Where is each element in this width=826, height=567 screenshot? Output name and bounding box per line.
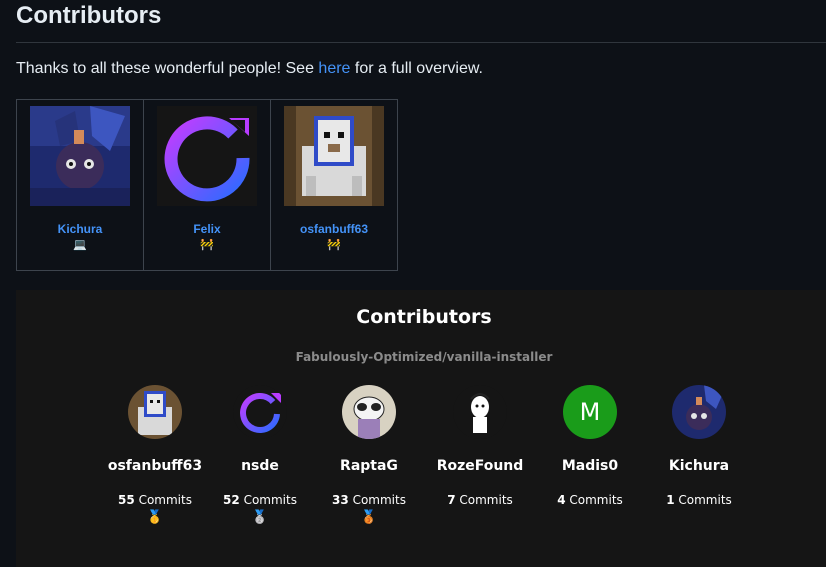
madis0-avatar[interactable]: M (563, 385, 617, 439)
contributor-name[interactable]: Felix (144, 222, 270, 236)
contributor-cell: Felix 🚧 (143, 99, 271, 271)
contributor-card[interactable]: RaptaG 33 Commits 🥉 (314, 385, 424, 525)
construction-icon: 🚧 (327, 239, 341, 251)
intro-text: Thanks to all these wonderful people! Se… (16, 60, 483, 78)
contributor-card[interactable]: nsde 52 Commits 🥈 (205, 385, 315, 525)
intro-after: for a full overview. (350, 60, 483, 77)
contributor-card[interactable]: M Madis0 4 Commits (535, 385, 645, 507)
commits-label: Commits (569, 493, 623, 507)
commit-number: 1 (666, 493, 675, 507)
commit-count: 4 Commits (535, 493, 645, 507)
contributor-cell: osfanbuff63 🚧 (270, 99, 398, 271)
gold-medal-icon: 🥇 (146, 509, 164, 524)
avatar-initial: M (580, 398, 601, 426)
contributor-name: Kichura (668, 458, 730, 474)
contributor-name: nsde (241, 458, 279, 474)
rozefound-avatar[interactable] (453, 385, 507, 439)
contributor-name[interactable]: osfanbuff63 (271, 222, 397, 236)
bronze-medal-icon: 🥉 (360, 509, 378, 524)
kichura-avatar[interactable] (672, 385, 726, 439)
commits-label: Commits (678, 493, 732, 507)
osfanbuff63-avatar[interactable] (128, 385, 182, 439)
panel-title: Contributors (356, 306, 492, 328)
heading-divider (16, 42, 826, 43)
commit-count: 1 Commits (644, 493, 754, 507)
commit-number: 55 (118, 493, 135, 507)
contributor-name: Madis0 (561, 458, 619, 474)
contributors-panel: Contributors Fabulously-Optimized/vanill… (16, 290, 826, 567)
overview-link[interactable]: here (318, 60, 350, 77)
contributor-name[interactable]: Kichura (17, 222, 143, 236)
contributor-card[interactable]: osfanbuff63 55 Commits 🥇 (100, 385, 210, 525)
commits-label: Commits (243, 493, 297, 507)
contributor-name: RozeFound (436, 458, 524, 474)
kichura-avatar[interactable] (30, 106, 130, 206)
commit-number: 4 (557, 493, 566, 507)
contributor-cell: Kichura 💻 (16, 99, 144, 271)
contributor-card[interactable]: RozeFound 7 Commits (425, 385, 535, 507)
section-heading: Contributors (16, 2, 162, 29)
nsde-avatar[interactable] (233, 385, 287, 439)
commit-count: 33 Commits (314, 493, 424, 507)
all-contributors-table: Kichura 💻 Felix 🚧 osfanbuff63 🚧 (16, 99, 398, 271)
felix-avatar[interactable] (157, 106, 257, 206)
commits-label: Commits (352, 493, 406, 507)
commits-label: Commits (138, 493, 192, 507)
contributor-name: RaptaG (340, 458, 398, 474)
silver-medal-icon: 🥈 (251, 509, 269, 524)
contributor-card[interactable]: Kichura 1 Commits (644, 385, 754, 507)
repo-name: Fabulously-Optimized/vanilla-installer (295, 350, 553, 364)
contributor-name: osfanbuff63 (107, 458, 203, 474)
raptag-avatar[interactable] (342, 385, 396, 439)
code-icon: 💻 (73, 239, 87, 251)
construction-icon: 🚧 (200, 239, 214, 251)
commit-number: 52 (223, 493, 240, 507)
commits-label: Commits (459, 493, 513, 507)
intro-before: Thanks to all these wonderful people! Se… (16, 60, 319, 77)
commit-number: 33 (332, 493, 349, 507)
commit-count: 55 Commits (100, 493, 210, 507)
commit-count: 52 Commits (205, 493, 315, 507)
commit-count: 7 Commits (425, 493, 535, 507)
osfanbuff63-avatar[interactable] (284, 106, 384, 206)
commit-number: 7 (447, 493, 456, 507)
